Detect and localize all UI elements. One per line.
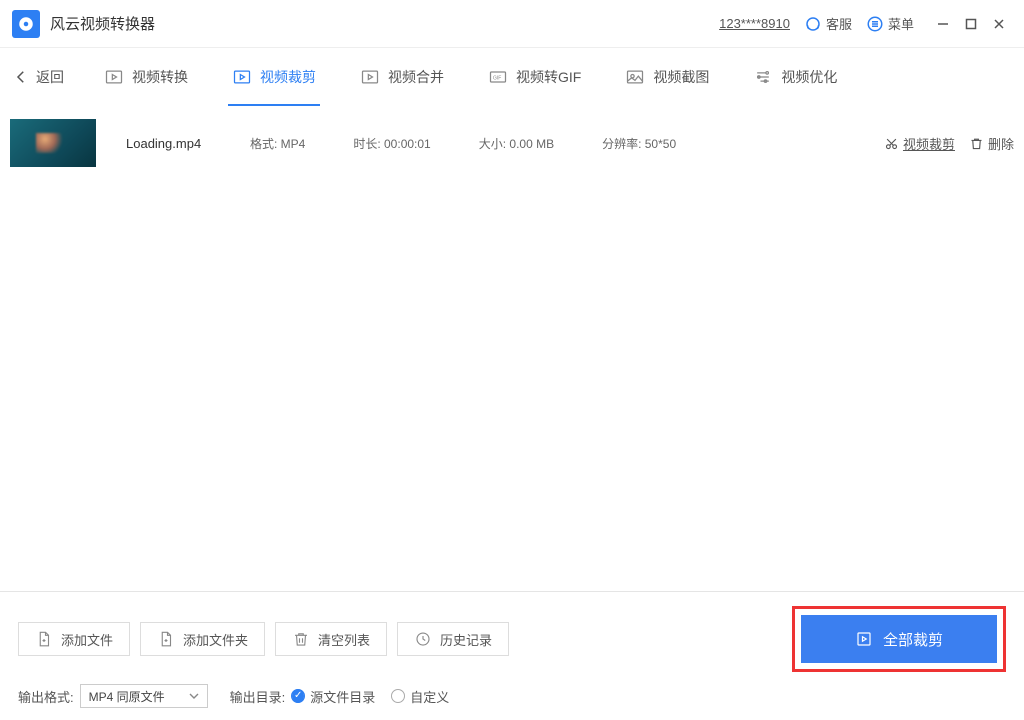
file-duration: 时长: 00:00:01 [353, 135, 430, 152]
primary-highlight: 全部裁剪 [792, 606, 1006, 672]
file-format: 格式: MP4 [250, 135, 305, 152]
menu-button[interactable]: 菜单 [866, 14, 914, 33]
output-dir-label: 输出目录: [230, 687, 286, 706]
file-size: 大小: 0.00 MB [479, 135, 554, 152]
radio-custom-dir[interactable]: 自定义 [391, 687, 449, 706]
support-button[interactable]: 客服 [804, 14, 852, 33]
bottom-bar: 添加文件 添加文件夹 清空列表 历史记录 全部裁剪 输出格式: MP4 同原文件… [0, 591, 1024, 720]
radio-unchecked-icon [391, 689, 405, 703]
support-label: 客服 [826, 14, 852, 33]
clear-list-button[interactable]: 清空列表 [275, 622, 387, 656]
chevron-down-icon [189, 691, 199, 701]
app-title: 风云视频转换器 [50, 13, 155, 34]
add-folder-button[interactable]: 添加文件夹 [140, 622, 265, 656]
tab-video-merge[interactable]: 视频合并 [360, 48, 444, 106]
crop-all-button[interactable]: 全部裁剪 [801, 615, 997, 663]
close-button[interactable] [986, 11, 1012, 37]
back-button[interactable]: 返回 [12, 67, 64, 87]
file-name: Loading.mp4 [126, 136, 250, 151]
svg-text:GIF: GIF [493, 76, 501, 82]
menu-label: 菜单 [888, 14, 914, 33]
tab-video-crop[interactable]: 视频裁剪 [232, 48, 316, 106]
file-delete-button[interactable]: 删除 [969, 134, 1014, 153]
file-row[interactable]: Loading.mp4 格式: MP4 时长: 00:00:01 大小: 0.0… [10, 114, 1014, 172]
add-file-button[interactable]: 添加文件 [18, 622, 130, 656]
tab-video-screenshot[interactable]: 视频截图 [625, 48, 709, 106]
output-format-select[interactable]: MP4 同原文件 [80, 684, 208, 708]
maximize-button[interactable] [958, 11, 984, 37]
user-id[interactable]: 123****8910 [719, 16, 790, 31]
back-label: 返回 [36, 67, 64, 87]
minimize-button[interactable] [930, 11, 956, 37]
file-crop-button[interactable]: 视频裁剪 [884, 134, 955, 153]
output-format-label: 输出格式: [18, 687, 74, 706]
radio-source-dir[interactable]: 源文件目录 [291, 687, 375, 706]
app-logo [12, 10, 40, 38]
nav-row: 返回 视频转换 视频裁剪 视频合并 GIF 视频转GIF 视频截图 视频优化 [0, 48, 1024, 106]
tab-video-gif[interactable]: GIF 视频转GIF [488, 48, 581, 106]
history-button[interactable]: 历史记录 [397, 622, 509, 656]
tab-video-convert[interactable]: 视频转换 [104, 48, 188, 106]
file-list: Loading.mp4 格式: MP4 时长: 00:00:01 大小: 0.0… [0, 106, 1024, 180]
radio-checked-icon [291, 689, 305, 703]
titlebar: 风云视频转换器 123****8910 客服 菜单 [0, 0, 1024, 48]
file-thumbnail [10, 119, 96, 167]
file-resolution: 分辨率: 50*50 [602, 135, 676, 152]
tab-video-optimize[interactable]: 视频优化 [753, 48, 837, 106]
